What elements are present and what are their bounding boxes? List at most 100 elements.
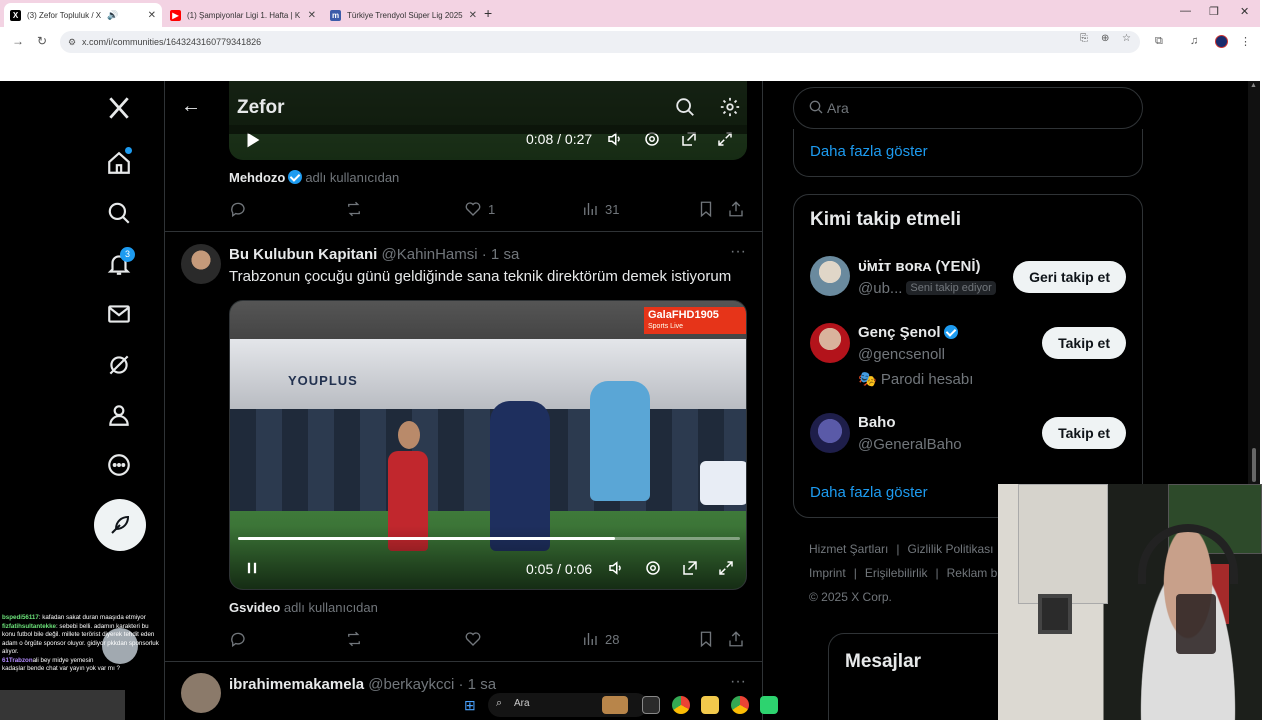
volume-icon[interactable] (607, 559, 625, 580)
new-tab-button[interactable]: + (484, 5, 492, 21)
heart-icon[interactable] (464, 630, 482, 648)
play-icon[interactable] (243, 131, 261, 152)
suggestion-name[interactable]: Genç Şenol (858, 324, 941, 341)
more-options-icon[interactable]: ··· (730, 243, 746, 261)
avatar[interactable] (181, 244, 221, 284)
author-handle[interactable]: @KahinHamsi (382, 246, 478, 263)
messages-mail-icon[interactable] (104, 299, 134, 329)
task-view-icon[interactable] (642, 696, 660, 714)
pause-icon[interactable] (243, 559, 261, 580)
more-circle-icon[interactable] (104, 450, 134, 480)
chrome-icon[interactable] (672, 696, 690, 714)
fullscreen-icon[interactable] (717, 559, 735, 580)
search-icon[interactable] (674, 96, 696, 118)
scroll-up-arrow-icon[interactable]: ▲ (1250, 82, 1257, 89)
author-name[interactable]: Bu Kulubun Kapitani (229, 246, 377, 263)
tab-youtube[interactable]: ▶ (1) Şampiyonlar Ligi 1. Hafta | K ✕ (164, 3, 322, 27)
follow-back-button[interactable]: Geri takip et (1013, 261, 1126, 293)
video-player[interactable]: YOUPLUS GalaFHD1905 Sports Live 0:05 / 0:… (229, 300, 747, 590)
back-arrow-icon[interactable]: ← (181, 95, 201, 118)
speaker-icon[interactable]: 🔊 (107, 10, 118, 21)
compose-post-button[interactable] (94, 499, 146, 551)
app-icon[interactable] (760, 696, 778, 714)
follow-button[interactable]: Takip et (1042, 417, 1126, 449)
suggestion-name[interactable]: ᴜ̈ᴍɪ̇ᴛ ʙᴏʀᴀ (YENİ) (858, 258, 981, 275)
restore-icon[interactable]: ❐ (1209, 5, 1219, 18)
ads-link[interactable]: Reklam b (947, 566, 998, 580)
tweet-text: Trabzonun çocuğu günü geldiğinde sana te… (229, 268, 732, 285)
url-field[interactable]: ⚙ x.com/i/communities/164324316077934182… (60, 31, 1140, 53)
zoom-icon[interactable]: ⊕ (1101, 33, 1109, 44)
explore-search-icon[interactable] (104, 198, 134, 228)
author-name[interactable]: ibrahimemakamela (229, 676, 364, 693)
like-button[interactable]: 1 (464, 200, 495, 218)
chat-message: bspedi56117: kafadan sakat duran maaşıda… (2, 614, 163, 623)
suggestion-handle[interactable]: @gencsenoll (858, 346, 945, 363)
avatar[interactable] (810, 413, 850, 453)
accessibility-link[interactable]: Erişilebilirlik (865, 566, 928, 580)
profile-avatar[interactable] (1215, 35, 1228, 48)
search-icon (808, 99, 826, 117)
browser-menu-icon[interactable]: ⋮ (1240, 35, 1251, 48)
show-more-link[interactable]: Daha fazla göster (810, 143, 928, 160)
chat-text: : kafadan sakat duran maaşıda etmiyor (38, 614, 146, 621)
video-settings-icon[interactable] (644, 559, 662, 580)
source-suffix: adlı kullanıcıdan (283, 600, 378, 615)
more-options-icon[interactable]: ··· (730, 673, 746, 691)
tab-zefor[interactable]: X (3) Zefor Topluluk / X 🔊 ✕ (4, 3, 162, 27)
minimize-icon[interactable]: — (1180, 5, 1191, 17)
author-handle[interactable]: @berkaykcci (368, 676, 454, 693)
privacy-link[interactable]: Gizlilik Politikası (907, 542, 993, 556)
follow-button[interactable]: Takip et (1042, 327, 1126, 359)
search-input[interactable]: Ara (793, 87, 1143, 129)
suggestion-handle[interactable]: @GeneralBaho (858, 436, 962, 453)
tweet-actions: 28 (229, 630, 747, 650)
video-progress-bar[interactable] (238, 537, 740, 540)
bookmark-icon[interactable] (697, 200, 715, 218)
source-name[interactable]: Gsvideo (229, 600, 280, 615)
chrome-icon[interactable] (731, 696, 749, 714)
suggestion-handle[interactable]: @ub... (858, 280, 902, 297)
close-tab-icon[interactable]: ✕ (469, 10, 477, 21)
suggestion-name[interactable]: Baho (858, 414, 896, 431)
profile-icon[interactable] (104, 400, 134, 430)
share-icon[interactable] (727, 630, 745, 648)
x-logo-icon[interactable] (104, 93, 134, 123)
views-button[interactable]: 31 (581, 200, 619, 218)
extensions-icon[interactable]: ⧉ (1155, 35, 1163, 48)
forward-icon[interactable]: → (12, 34, 24, 48)
media-controls-icon[interactable]: ♫ (1190, 35, 1198, 47)
terms-link[interactable]: Hizmet Şartları (809, 542, 888, 556)
avatar[interactable] (810, 256, 850, 296)
pip-icon[interactable] (681, 559, 699, 580)
tweet-time[interactable]: · 1 sa (459, 676, 497, 693)
reply-icon[interactable] (229, 200, 247, 218)
grok-icon[interactable] (104, 350, 134, 380)
avatar[interactable] (810, 323, 850, 363)
share-icon[interactable] (727, 200, 745, 218)
show-more-link[interactable]: Daha fazla göster (810, 484, 928, 501)
bookmark-icon[interactable] (697, 630, 715, 648)
windows-start-icon[interactable]: ⊞ (464, 697, 482, 715)
close-tab-icon[interactable]: ✕ (148, 10, 156, 21)
close-tab-icon[interactable]: ✕ (308, 10, 316, 21)
avatar[interactable] (181, 673, 221, 713)
background-shelf (1018, 484, 1108, 604)
reply-icon[interactable] (229, 630, 247, 648)
install-icon[interactable]: ⎘ (1080, 33, 1088, 44)
retweet-icon[interactable] (345, 630, 363, 648)
imprint-link[interactable]: Imprint (809, 566, 846, 580)
tab-superlig[interactable]: m Türkiye Trendyol Süper Lig 2025 ✕ (324, 3, 482, 27)
file-explorer-icon[interactable] (701, 696, 719, 714)
bookmark-star-icon[interactable]: ☆ (1122, 33, 1131, 44)
video-progress-fill (238, 537, 615, 540)
close-window-icon[interactable]: ✕ (1240, 5, 1249, 18)
reload-icon[interactable]: ↻ (37, 34, 47, 48)
site-settings-icon[interactable]: ⚙ (68, 31, 76, 53)
page-scrollbar-thumb[interactable] (1252, 448, 1256, 482)
tweet-time[interactable]: · 1 sa (482, 246, 520, 263)
settings-gear-icon[interactable] (719, 96, 741, 118)
views-button[interactable]: 28 (581, 630, 619, 648)
source-name[interactable]: Mehdozo (229, 170, 285, 185)
retweet-icon[interactable] (345, 200, 363, 218)
